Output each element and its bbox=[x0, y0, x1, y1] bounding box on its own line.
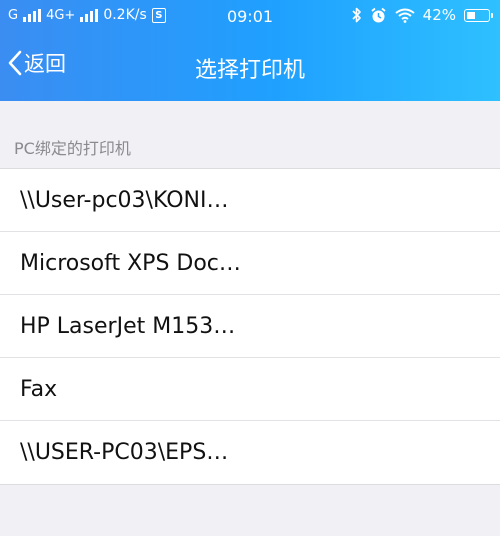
status-bar-right: 42% bbox=[352, 6, 493, 24]
printer-list: \\User-pc03\KONI… Microsoft XPS Doc… HP … bbox=[0, 168, 500, 485]
alarm-icon bbox=[371, 7, 386, 22]
page-title: 选择打印机 bbox=[194, 58, 305, 83]
printer-item-1[interactable]: \\User-pc03\KONI… bbox=[0, 169, 500, 232]
printer-item-4[interactable]: Fax bbox=[0, 358, 500, 421]
printer-item-5[interactable]: \\USER-PC03\EPS… bbox=[0, 421, 500, 484]
printer-item-3[interactable]: HP LaserJet M153… bbox=[0, 295, 500, 358]
printer-name: \\USER-PC03\EPS… bbox=[20, 440, 229, 465]
top-bar: G 4G+ 0.2K/s S 09:01 42% 返回 选择打印机 bbox=[0, 0, 500, 101]
battery-percent: 42% bbox=[422, 6, 456, 24]
bluetooth-icon bbox=[352, 7, 361, 23]
printer-name: Fax bbox=[20, 376, 58, 402]
section-header: PC绑定的打印机 bbox=[14, 139, 131, 158]
wifi-icon bbox=[395, 8, 415, 23]
battery-fill bbox=[467, 11, 475, 19]
battery-icon bbox=[464, 8, 493, 22]
printer-name: HP LaserJet M153… bbox=[20, 313, 236, 339]
printer-name: Microsoft XPS Doc… bbox=[20, 250, 241, 276]
printer-item-2[interactable]: Microsoft XPS Doc… bbox=[0, 232, 500, 295]
navigation-bar: 返回 选择打印机 bbox=[0, 34, 500, 101]
status-bar: G 4G+ 0.2K/s S 09:01 42% bbox=[0, 0, 500, 34]
printer-name: \\User-pc03\KONI… bbox=[20, 187, 229, 213]
